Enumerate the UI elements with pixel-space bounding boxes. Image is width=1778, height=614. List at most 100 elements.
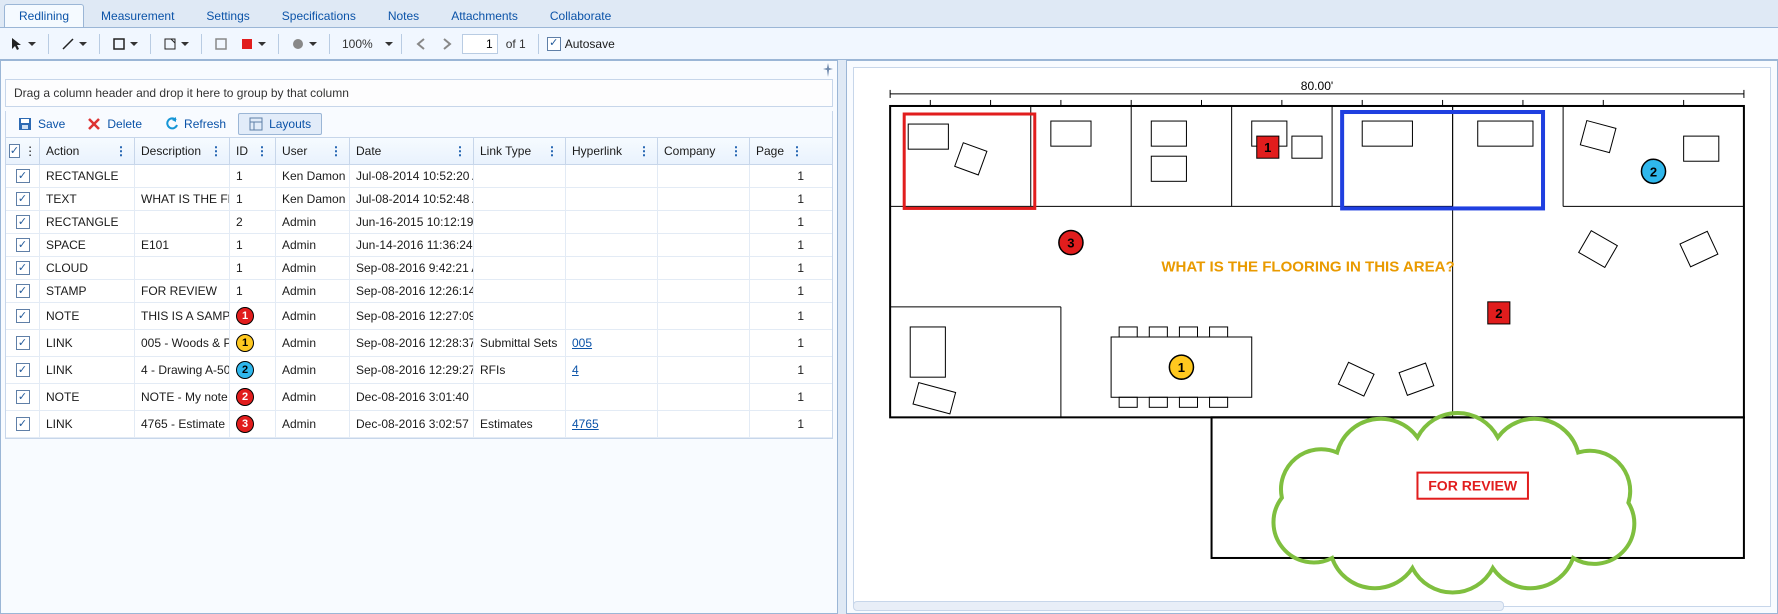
markup-marker-red-3[interactable]: 3 — [1059, 231, 1083, 255]
markup-marker-red-2[interactable]: 2 — [1488, 302, 1510, 324]
groupby-bar[interactable]: Drag a column header and drop it here to… — [5, 79, 833, 107]
tab-collaborate[interactable]: Collaborate — [535, 4, 626, 27]
col-company[interactable]: Company⋮ — [658, 138, 750, 164]
table-row[interactable]: NOTETHIS IS A SAMPLE1AdminSep-08-2016 12… — [6, 303, 832, 330]
cell: Admin — [276, 330, 350, 356]
markup-marker-red-1[interactable]: 1 — [1257, 136, 1279, 158]
row-checkbox[interactable] — [16, 390, 30, 404]
cell: THIS IS A SAMPLE — [135, 303, 230, 329]
layouts-button[interactable]: Layouts — [238, 113, 322, 135]
row-checkbox[interactable] — [16, 169, 30, 183]
row-checkbox[interactable] — [16, 363, 30, 377]
markup-cloud[interactable] — [1273, 413, 1634, 593]
pin-icon[interactable] — [821, 63, 835, 77]
markup-stamp[interactable]: FOR REVIEW — [1417, 473, 1527, 499]
col-menu-icon[interactable]: ⋮ — [115, 144, 128, 158]
row-checkbox[interactable] — [16, 309, 30, 323]
col-description[interactable]: Description⋮ — [135, 138, 230, 164]
shape-tool[interactable] — [108, 33, 142, 55]
row-checkbox[interactable] — [16, 284, 30, 298]
markup-marker-yellow-1[interactable]: 1 — [1169, 355, 1193, 379]
pointer-tool[interactable] — [6, 33, 40, 55]
row-checkbox-cell — [6, 411, 40, 437]
fill-color-button[interactable] — [236, 33, 270, 55]
col-action[interactable]: Action⋮ — [40, 138, 135, 164]
col-user[interactable]: User⋮ — [276, 138, 350, 164]
markup-rectangle-2[interactable] — [1342, 112, 1543, 208]
svg-text:3: 3 — [1067, 236, 1074, 251]
cell — [474, 188, 566, 210]
page-total: of 1 — [502, 37, 530, 51]
row-checkbox[interactable] — [16, 215, 30, 229]
table-row[interactable]: STAMPFOR REVIEW1AdminSep-08-2016 12:26:1… — [6, 280, 832, 303]
tab-specifications[interactable]: Specifications — [267, 4, 371, 27]
save-button[interactable]: Save — [8, 114, 75, 134]
table-row[interactable]: LINK4 - Drawing A-5002AdminSep-08-2016 1… — [6, 357, 832, 384]
dim-label: 80.00' — [1301, 79, 1333, 93]
cell-id: 1 — [230, 188, 276, 210]
col-menu-icon[interactable]: ⋮ — [791, 144, 804, 158]
row-checkbox[interactable] — [16, 238, 30, 252]
autosave-checkbox[interactable]: Autosave — [547, 37, 615, 51]
row-checkbox[interactable] — [16, 192, 30, 206]
cell: Ken Damon — [276, 165, 350, 187]
tab-attachments[interactable]: Attachments — [436, 4, 533, 27]
cell: Sep-08-2016 12:26:14 PM — [350, 280, 474, 302]
col-menu-icon[interactable]: ⋮ — [730, 144, 743, 158]
row-checkbox[interactable] — [16, 261, 30, 275]
hyperlink[interactable]: 4765 — [572, 417, 599, 431]
row-checkbox[interactable] — [16, 336, 30, 350]
tab-notes[interactable]: Notes — [373, 4, 434, 27]
prev-page-button[interactable] — [410, 33, 432, 55]
markup-text[interactable]: WHAT IS THE FLOORING IN THIS AREA? — [1161, 259, 1454, 276]
tab-measurement[interactable]: Measurement — [86, 4, 189, 27]
table-row[interactable]: LINK4765 - Estimate3AdminDec-08-2016 3:0… — [6, 411, 832, 438]
col-menu-icon[interactable]: ⋮ — [256, 144, 269, 158]
markup-marker-cyan-2[interactable]: 2 — [1641, 159, 1665, 183]
hyperlink[interactable]: 4 — [572, 363, 579, 377]
page-input[interactable] — [462, 34, 498, 54]
col-id[interactable]: ID⋮ — [230, 138, 276, 164]
row-checkbox[interactable] — [16, 417, 30, 431]
table-row[interactable]: NOTENOTE - My note2AdminDec-08-2016 3:01… — [6, 384, 832, 411]
line-tool[interactable] — [57, 33, 91, 55]
next-page-button[interactable] — [436, 33, 458, 55]
delete-button[interactable]: Delete — [77, 114, 152, 134]
stroke-color-button[interactable] — [210, 33, 232, 55]
brush-size-button[interactable] — [287, 33, 321, 55]
col-hyperlink[interactable]: Hyperlink⋮ — [566, 138, 658, 164]
col-menu-icon[interactable]: ⋮ — [454, 144, 467, 158]
col-linktype[interactable]: Link Type⋮ — [474, 138, 566, 164]
tab-redlining[interactable]: Redlining — [4, 4, 84, 27]
row-checkbox-cell — [6, 211, 40, 233]
col-menu-icon[interactable]: ⋮ — [210, 144, 223, 158]
table-row[interactable]: RECTANGLE2AdminJun-16-2015 10:12:19 AM1 — [6, 211, 832, 234]
header-checkbox[interactable] — [9, 144, 20, 158]
scrollbar-horizontal[interactable] — [853, 601, 1504, 611]
col-menu-icon[interactable]: ⋮ — [546, 144, 559, 158]
drawing-viewport[interactable]: 80.00' — [853, 67, 1771, 607]
splitter[interactable] — [838, 60, 846, 614]
note-tool[interactable] — [159, 33, 193, 55]
table-row[interactable]: CLOUD1AdminSep-08-2016 9:42:21 AM1 — [6, 257, 832, 280]
col-page[interactable]: Page⋮ — [750, 138, 810, 164]
autosave-label: Autosave — [565, 37, 615, 51]
col-date[interactable]: Date⋮ — [350, 138, 474, 164]
table-row[interactable]: SPACEE1011AdminJun-14-2016 11:36:24 AM1 — [6, 234, 832, 257]
cell: 1 — [750, 165, 810, 187]
table-row[interactable]: RECTANGLE1Ken DamonJul-08-2014 10:52:20 … — [6, 165, 832, 188]
cell: 1 — [750, 357, 810, 383]
tab-settings[interactable]: Settings — [191, 4, 264, 27]
table-row[interactable]: LINK005 - Woods & Pl1AdminSep-08-2016 12… — [6, 330, 832, 357]
refresh-button[interactable]: Refresh — [154, 114, 236, 134]
cell — [474, 257, 566, 279]
col-menu-icon[interactable]: ⋮ — [638, 144, 651, 158]
col-menu-icon[interactable]: ⋮ — [330, 144, 343, 158]
zoom-value[interactable]: 100% — [338, 37, 377, 51]
markup-rectangle-1[interactable] — [904, 114, 1035, 208]
zoom-dropdown-icon[interactable] — [381, 37, 393, 51]
table-row[interactable]: TEXTWHAT IS THE FLO1Ken DamonJul-08-2014… — [6, 188, 832, 211]
hyperlink[interactable]: 005 — [572, 336, 592, 350]
cell: LINK — [40, 330, 135, 356]
header-check-menu-icon[interactable]: ⋮ — [24, 144, 36, 158]
